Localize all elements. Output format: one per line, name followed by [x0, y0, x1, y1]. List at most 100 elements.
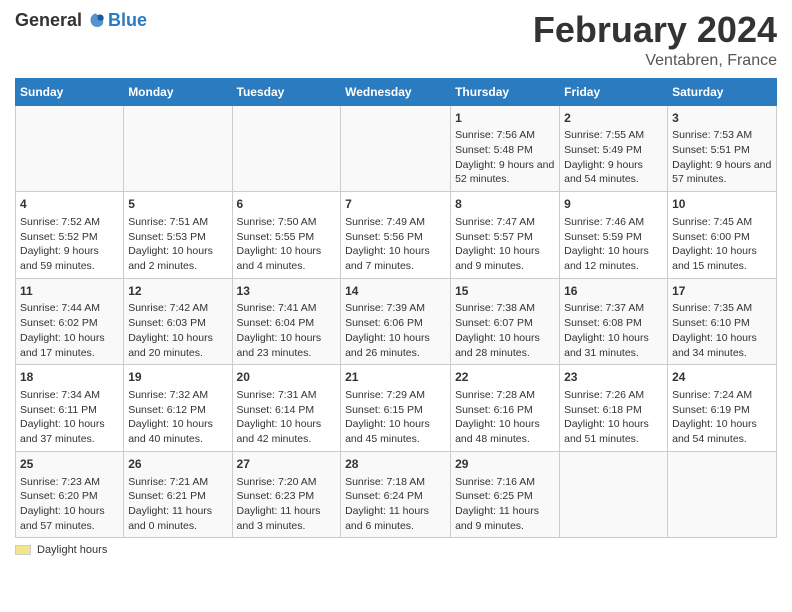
daylight-bar-icon: [15, 545, 31, 555]
cell-day-number: 27: [237, 456, 337, 473]
cell-day-number: 15: [455, 283, 555, 300]
calendar-cell: 15Sunrise: 7:38 AM Sunset: 6:07 PM Dayli…: [451, 278, 560, 365]
calendar-row-2: 11Sunrise: 7:44 AM Sunset: 6:02 PM Dayli…: [16, 278, 777, 365]
cell-info-text: Sunrise: 7:28 AM Sunset: 6:16 PM Dayligh…: [455, 388, 555, 447]
calendar-subtitle: Ventabren, France: [533, 52, 777, 70]
calendar-cell: 12Sunrise: 7:42 AM Sunset: 6:03 PM Dayli…: [124, 278, 232, 365]
calendar-cell: 4 Sunrise: 7:52 AM Sunset: 5:52 PM Daylig…: [16, 192, 124, 279]
cell-day-number: 29: [455, 456, 555, 473]
cell-day-number: 2: [564, 110, 663, 127]
cell-info-text: Sunrise: 7:49 AM Sunset: 5:56 PM Dayligh…: [345, 215, 446, 274]
cell-day-number: 16: [564, 283, 663, 300]
logo-text-general: General: [15, 10, 82, 31]
cell-day-number: 23: [564, 369, 663, 386]
cell-info-text: Sunrise: 7:16 AM Sunset: 6:25 PM Dayligh…: [455, 475, 555, 534]
header-row: Sunday Monday Tuesday Wednesday Thursday…: [16, 78, 777, 105]
cell-info-text: Sunrise: 7:41 AM Sunset: 6:04 PM Dayligh…: [237, 301, 337, 360]
calendar-cell: 19Sunrise: 7:32 AM Sunset: 6:12 PM Dayli…: [124, 365, 232, 452]
calendar-row-1: 4 Sunrise: 7:52 AM Sunset: 5:52 PM Daylig…: [16, 192, 777, 279]
calendar-cell: 13Sunrise: 7:41 AM Sunset: 6:04 PM Dayli…: [232, 278, 341, 365]
cell-info-text: Sunrise: 7:50 AM Sunset: 5:55 PM Dayligh…: [237, 215, 337, 274]
calendar-cell: 22 Sunrise: 7:28 AM Sunset: 6:16 PM Dayli…: [451, 365, 560, 452]
cell-info-text: Sunrise: 7:32 AM Sunset: 6:12 PM Dayligh…: [128, 388, 227, 447]
logo: General Blue: [15, 10, 147, 31]
cell-info-text: Sunrise: 7:23 AM Sunset: 6:20 PM Dayligh…: [20, 475, 119, 534]
cell-day-number: 20: [237, 369, 337, 386]
calendar-cell: 17Sunrise: 7:35 AM Sunset: 6:10 PM Dayli…: [668, 278, 777, 365]
logo-text-blue: Blue: [108, 10, 147, 31]
cell-day-number: 10: [672, 196, 772, 213]
cell-day-number: 4: [20, 196, 119, 213]
cell-day-number: 21: [345, 369, 446, 386]
calendar-cell: [668, 451, 777, 538]
col-sunday: Sunday: [16, 78, 124, 105]
calendar-cell: [232, 105, 341, 192]
cell-info-text: Sunrise: 7:51 AM Sunset: 5:53 PM Dayligh…: [128, 215, 227, 274]
cell-info-text: Sunrise: 7:46 AM Sunset: 5:59 PM Dayligh…: [564, 215, 663, 274]
calendar-table: Sunday Monday Tuesday Wednesday Thursday…: [15, 78, 777, 539]
calendar-cell: 2Sunrise: 7:55 AM Sunset: 5:49 PM Daylig…: [560, 105, 668, 192]
cell-info-text: Sunrise: 7:42 AM Sunset: 6:03 PM Dayligh…: [128, 301, 227, 360]
cell-info-text: Sunrise: 7:53 AM Sunset: 5:51 PM Dayligh…: [672, 128, 772, 187]
cell-info-text: Sunrise: 7:39 AM Sunset: 6:06 PM Dayligh…: [345, 301, 446, 360]
calendar-row-0: 1Sunrise: 7:56 AM Sunset: 5:48 PM Daylig…: [16, 105, 777, 192]
col-friday: Friday: [560, 78, 668, 105]
calendar-cell: 5Sunrise: 7:51 AM Sunset: 5:53 PM Daylig…: [124, 192, 232, 279]
calendar-row-4: 25 Sunrise: 7:23 AM Sunset: 6:20 PM Dayli…: [16, 451, 777, 538]
cell-day-number: 22: [455, 369, 555, 386]
cell-day-number: 1: [455, 110, 555, 127]
col-thursday: Thursday: [451, 78, 560, 105]
calendar-cell: 9 Sunrise: 7:46 AM Sunset: 5:59 PM Daylig…: [560, 192, 668, 279]
calendar-cell: 7Sunrise: 7:49 AM Sunset: 5:56 PM Daylig…: [341, 192, 451, 279]
calendar-cell: 11Sunrise: 7:44 AM Sunset: 6:02 PM Dayli…: [16, 278, 124, 365]
cell-info-text: Sunrise: 7:21 AM Sunset: 6:21 PM Dayligh…: [128, 475, 227, 534]
col-monday: Monday: [124, 78, 232, 105]
cell-info-text: Sunrise: 7:20 AM Sunset: 6:23 PM Dayligh…: [237, 475, 337, 534]
cell-day-number: 6: [237, 196, 337, 213]
cell-day-number: 26: [128, 456, 227, 473]
calendar-cell: [341, 105, 451, 192]
cell-day-number: 28: [345, 456, 446, 473]
cell-info-text: Sunrise: 7:35 AM Sunset: 6:10 PM Dayligh…: [672, 301, 772, 360]
cell-day-number: 13: [237, 283, 337, 300]
calendar-row-3: 18Sunrise: 7:34 AM Sunset: 6:11 PM Dayli…: [16, 365, 777, 452]
calendar-cell: 14Sunrise: 7:39 AM Sunset: 6:06 PM Dayli…: [341, 278, 451, 365]
calendar-cell: 20Sunrise: 7:31 AM Sunset: 6:14 PM Dayli…: [232, 365, 341, 452]
calendar-cell: 27 Sunrise: 7:20 AM Sunset: 6:23 PM Dayli…: [232, 451, 341, 538]
cell-day-number: 3: [672, 110, 772, 127]
calendar-cell: 24Sunrise: 7:24 AM Sunset: 6:19 PM Dayli…: [668, 365, 777, 452]
cell-day-number: 17: [672, 283, 772, 300]
cell-day-number: 14: [345, 283, 446, 300]
calendar-cell: 6 Sunrise: 7:50 AM Sunset: 5:55 PM Daylig…: [232, 192, 341, 279]
cell-day-number: 9: [564, 196, 663, 213]
calendar-cell: [560, 451, 668, 538]
calendar-page: General Blue February 2024 Ventabren, Fr…: [0, 0, 792, 612]
calendar-cell: 10 Sunrise: 7:45 AM Sunset: 6:00 PM Dayli…: [668, 192, 777, 279]
col-wednesday: Wednesday: [341, 78, 451, 105]
cell-info-text: Sunrise: 7:56 AM Sunset: 5:48 PM Dayligh…: [455, 128, 555, 187]
calendar-cell: 18Sunrise: 7:34 AM Sunset: 6:11 PM Dayli…: [16, 365, 124, 452]
cell-day-number: 11: [20, 283, 119, 300]
calendar-cell: [124, 105, 232, 192]
calendar-cell: 21 Sunrise: 7:29 AM Sunset: 6:15 PM Dayli…: [341, 365, 451, 452]
cell-info-text: Sunrise: 7:47 AM Sunset: 5:57 PM Dayligh…: [455, 215, 555, 274]
cell-info-text: Sunrise: 7:44 AM Sunset: 6:02 PM Dayligh…: [20, 301, 119, 360]
footer-note: Daylight hours: [15, 544, 777, 556]
cell-info-text: Sunrise: 7:29 AM Sunset: 6:15 PM Dayligh…: [345, 388, 446, 447]
calendar-cell: [16, 105, 124, 192]
daylight-label: Daylight hours: [37, 544, 107, 556]
calendar-cell: 23Sunrise: 7:26 AM Sunset: 6:18 PM Dayli…: [560, 365, 668, 452]
col-tuesday: Tuesday: [232, 78, 341, 105]
calendar-title: February 2024: [533, 10, 777, 50]
page-header: General Blue February 2024 Ventabren, Fr…: [15, 10, 777, 70]
cell-day-number: 25: [20, 456, 119, 473]
calendar-cell: 25 Sunrise: 7:23 AM Sunset: 6:20 PM Dayli…: [16, 451, 124, 538]
cell-info-text: Sunrise: 7:18 AM Sunset: 6:24 PM Dayligh…: [345, 475, 446, 534]
calendar-cell: 16Sunrise: 7:37 AM Sunset: 6:08 PM Dayli…: [560, 278, 668, 365]
cell-info-text: Sunrise: 7:45 AM Sunset: 6:00 PM Dayligh…: [672, 215, 772, 274]
cell-info-text: Sunrise: 7:38 AM Sunset: 6:07 PM Dayligh…: [455, 301, 555, 360]
title-block: February 2024 Ventabren, France: [533, 10, 777, 70]
calendar-cell: 26 Sunrise: 7:21 AM Sunset: 6:21 PM Dayli…: [124, 451, 232, 538]
cell-info-text: Sunrise: 7:52 AM Sunset: 5:52 PM Dayligh…: [20, 215, 119, 274]
calendar-cell: 28 Sunrise: 7:18 AM Sunset: 6:24 PM Dayli…: [341, 451, 451, 538]
